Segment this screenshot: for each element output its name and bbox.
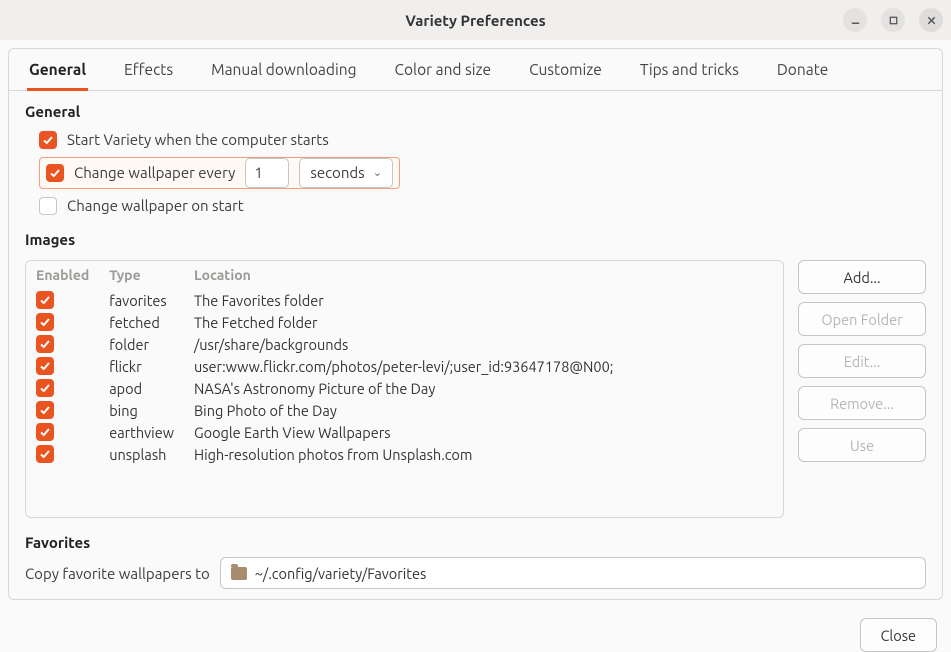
favorites-row: Copy favorite wallpapers to ~/.config/va… [25,557,926,589]
change-interval-input[interactable]: 1 [245,158,289,188]
check-icon [39,360,51,372]
check-icon [39,426,51,438]
table-row[interactable]: favoritesThe Favorites folder [26,289,783,311]
tab-bar: General Effects Manual downloading Color… [9,49,942,91]
tab-effects[interactable]: Effects [122,61,175,91]
close-button[interactable]: Close [860,618,937,652]
table-row[interactable]: flickruser:www.flickr.com/photos/peter-l… [26,355,783,377]
window-buttons [843,8,943,32]
section-favorites: Favorites Copy favorite wallpapers to ~/… [9,518,942,599]
minimize-icon [850,15,861,26]
source-enabled-checkbox[interactable] [36,423,54,441]
close-icon [926,15,937,26]
minimize-button[interactable] [843,8,867,32]
table-row[interactable]: folder/usr/share/backgrounds [26,333,783,355]
check-icon [39,316,51,328]
source-enabled-checkbox[interactable] [36,291,54,309]
add-button[interactable]: Add... [798,260,926,294]
source-location: /usr/share/backgrounds [184,333,783,355]
favorites-path: ~/.config/variety/Favorites [255,565,427,582]
check-icon [49,167,61,179]
close-window-button[interactable] [919,8,943,32]
change-interval-value: 1 [254,159,262,187]
table-row[interactable]: fetchedThe Fetched folder [26,311,783,333]
col-type: Type [99,261,184,289]
check-icon [39,294,51,306]
table-row[interactable]: bingBing Photo of the Day [26,399,783,421]
change-on-start-label: Change wallpaper on start [67,192,244,220]
source-type: unsplash [99,443,184,465]
source-enabled-checkbox[interactable] [36,401,54,419]
source-enabled-checkbox[interactable] [36,379,54,397]
source-enabled-checkbox[interactable] [36,357,54,375]
remove-button[interactable]: Remove... [798,386,926,420]
tab-manual-downloading[interactable]: Manual downloading [209,61,358,91]
table-row[interactable]: unsplashHigh-resolution photos from Unsp… [26,443,783,465]
change-wallpaper-label: Change wallpaper every [74,159,235,187]
content-frame: General Effects Manual downloading Color… [8,48,943,600]
source-location: The Fetched folder [184,311,783,333]
section-general: General Start Variety when the computer … [9,91,942,229]
dialog-footer: Close [0,608,951,652]
check-icon [39,382,51,394]
folder-icon [231,567,247,580]
col-enabled: Enabled [26,261,99,289]
source-type: earthview [99,421,184,443]
source-type: folder [99,333,184,355]
source-type: bing [99,399,184,421]
tab-tips-and-tricks[interactable]: Tips and tricks [638,61,741,91]
maximize-button[interactable] [881,8,905,32]
source-type: favorites [99,289,184,311]
maximize-icon [888,15,899,26]
tab-donate[interactable]: Donate [775,61,830,91]
chevron-down-icon: ⌄ [373,159,382,187]
change-unit-value: seconds [310,159,364,187]
tab-general[interactable]: General [27,61,88,91]
tab-customize[interactable]: Customize [527,61,604,91]
favorites-label: Copy favorite wallpapers to [25,565,210,582]
start-on-boot-label: Start Variety when the computer starts [67,126,329,154]
start-on-boot-checkbox[interactable] [39,131,57,149]
source-location: High-resolution photos from Unsplash.com [184,443,783,465]
source-location: NASA's Astronomy Picture of the Day [184,377,783,399]
open-folder-button[interactable]: Open Folder [798,302,926,336]
source-type: apod [99,377,184,399]
images-layout: Enabled Type Location favoritesThe Favor… [9,254,942,518]
titlebar: Variety Preferences [0,0,951,40]
edit-button[interactable]: Edit... [798,344,926,378]
change-wallpaper-checkbox[interactable] [46,164,64,182]
option-change-wallpaper: Change wallpaper every 1 seconds ⌄ [39,157,400,189]
source-location: The Favorites folder [184,289,783,311]
window-title: Variety Preferences [0,12,951,29]
use-button[interactable]: Use [798,428,926,462]
change-on-start-checkbox[interactable] [39,197,57,215]
check-icon [39,338,51,350]
source-location: Bing Photo of the Day [184,399,783,421]
col-location: Location [184,261,783,289]
table-row[interactable]: apodNASA's Astronomy Picture of the Day [26,377,783,399]
option-start-on-boot: Start Variety when the computer starts [39,126,926,154]
section-heading-general: General [25,103,926,120]
section-heading-images: Images [25,231,926,248]
source-type: flickr [99,355,184,377]
image-buttons: Add... Open Folder Edit... Remove... Use [798,260,926,518]
option-change-on-start: Change wallpaper on start [39,192,926,220]
source-location: user:www.flickr.com/photos/peter-levi/;u… [184,355,783,377]
source-location: Google Earth View Wallpapers [184,421,783,443]
check-icon [39,448,51,460]
tab-color-and-size[interactable]: Color and size [393,61,494,91]
favorites-path-chooser[interactable]: ~/.config/variety/Favorites [220,557,926,589]
check-icon [39,404,51,416]
source-enabled-checkbox[interactable] [36,313,54,331]
change-unit-select[interactable]: seconds ⌄ [299,158,393,188]
table-row[interactable]: earthviewGoogle Earth View Wallpapers [26,421,783,443]
table-header-row: Enabled Type Location [26,261,783,289]
section-heading-favorites: Favorites [25,534,926,551]
source-enabled-checkbox[interactable] [36,335,54,353]
image-sources-table[interactable]: Enabled Type Location favoritesThe Favor… [25,260,784,518]
source-type: fetched [99,311,184,333]
check-icon [42,134,54,146]
source-enabled-checkbox[interactable] [36,445,54,463]
section-images: Images [9,231,942,248]
